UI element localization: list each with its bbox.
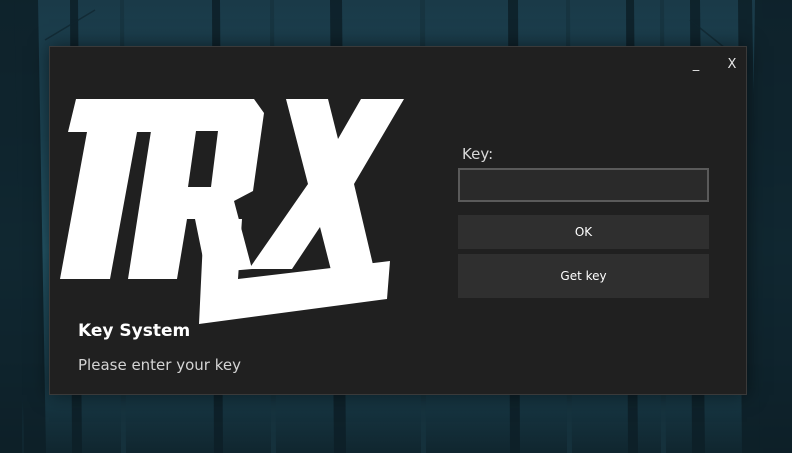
get-key-button[interactable]: Get key <box>458 254 709 298</box>
ok-button[interactable]: OK <box>458 215 709 249</box>
minimize-button[interactable]: _ <box>685 55 707 75</box>
key-input[interactable] <box>458 168 709 202</box>
trx-logo <box>60 99 404 324</box>
key-field-label: Key: <box>462 145 494 163</box>
close-button[interactable]: X <box>721 55 743 75</box>
app-title: Key System <box>78 321 191 341</box>
app-subtitle: Please enter your key <box>78 356 241 374</box>
key-system-window: _ X Key System Please enter your key Key… <box>49 46 747 395</box>
